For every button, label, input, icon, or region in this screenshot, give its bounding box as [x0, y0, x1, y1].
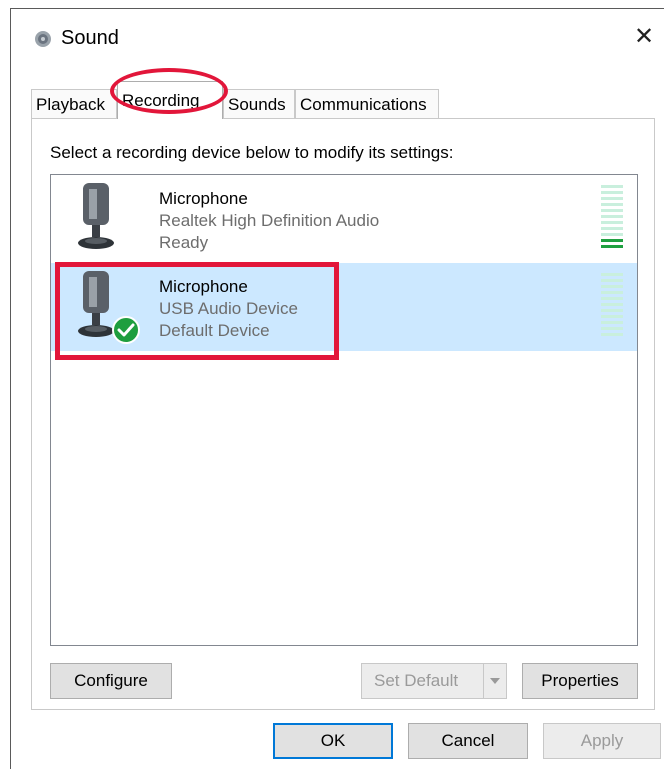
recording-panel: Select a recording device below to modif… [31, 118, 655, 710]
device-item-realtek-microphone[interactable]: Microphone Realtek High Definition Audio… [51, 175, 637, 263]
device-status: Default Device [159, 321, 270, 340]
set-default-button[interactable]: Set Default [361, 663, 507, 699]
title-bar[interactable]: Sound ✕ [11, 9, 664, 67]
level-meter [601, 273, 623, 343]
device-description: USB Audio Device [159, 299, 298, 318]
checkmark-badge-icon [112, 316, 140, 344]
properties-button[interactable]: Properties [522, 663, 638, 699]
device-name: Microphone [159, 277, 248, 296]
speaker-icon [35, 31, 51, 47]
set-default-label: Set Default [374, 671, 459, 690]
close-button[interactable]: ✕ [630, 23, 658, 51]
level-meter [601, 185, 623, 255]
tab-recording[interactable]: Recording [117, 81, 223, 119]
tab-playback[interactable]: Playback [31, 89, 117, 119]
sound-dialog: Sound ✕ Playback Recording Sounds Commun… [10, 8, 664, 769]
cancel-button[interactable]: Cancel [408, 723, 528, 759]
instructions-text: Select a recording device below to modif… [50, 143, 454, 162]
chevron-down-icon[interactable] [483, 664, 506, 698]
tab-sounds[interactable]: Sounds [223, 89, 295, 119]
ok-button[interactable]: OK [273, 723, 393, 759]
device-description: Realtek High Definition Audio [159, 211, 380, 230]
apply-button[interactable]: Apply [543, 723, 661, 759]
device-name: Microphone [159, 189, 248, 208]
tab-communications[interactable]: Communications [295, 89, 439, 119]
microphone-icon [78, 183, 114, 249]
window-title: Sound [61, 27, 119, 49]
device-list[interactable]: Microphone Realtek High Definition Audio… [50, 174, 638, 646]
device-item-usb-microphone[interactable]: Microphone USB Audio Device Default Devi… [51, 263, 637, 351]
configure-button[interactable]: Configure [50, 663, 172, 699]
device-status: Ready [159, 233, 209, 252]
